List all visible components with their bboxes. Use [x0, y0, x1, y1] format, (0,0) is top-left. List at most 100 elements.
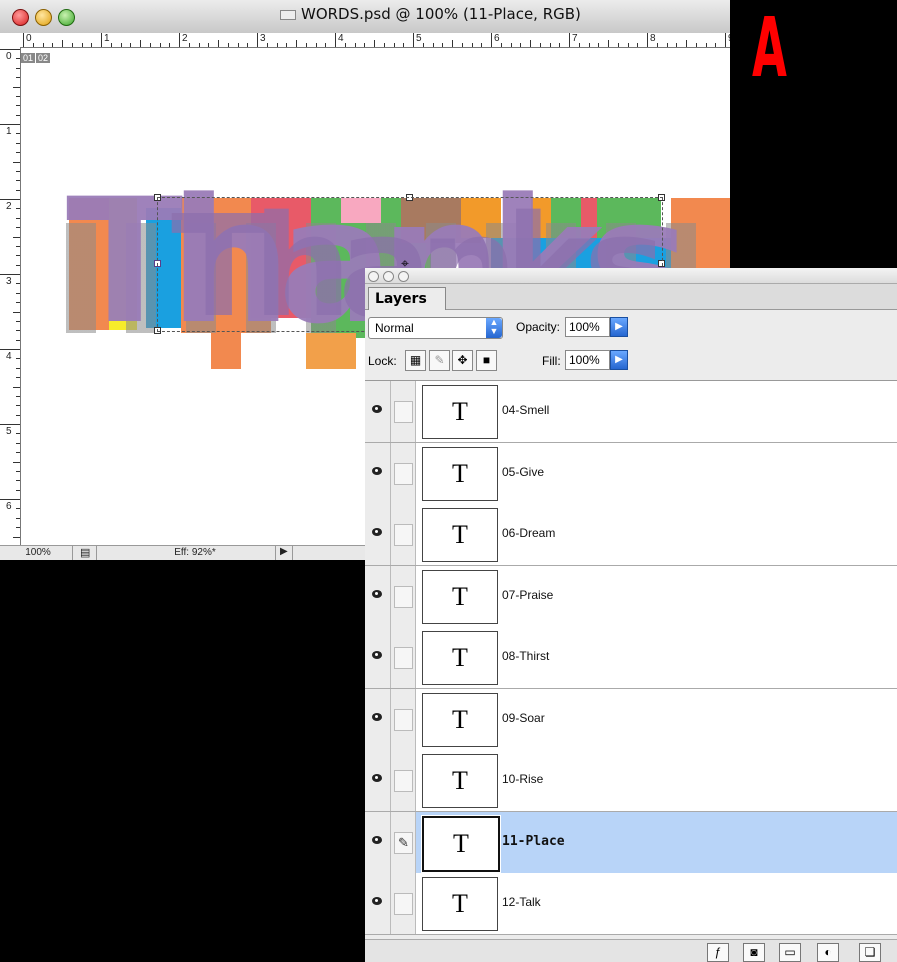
ruler-tick [101, 33, 102, 47]
panel-title-bar[interactable] [365, 268, 897, 284]
eye-icon[interactable] [369, 897, 385, 907]
add-mask-icon[interactable]: ◙ [743, 943, 765, 962]
layer-name[interactable]: 10-Rise [502, 772, 543, 786]
panel-bottom-bar: ƒ ◙ ▭ ◐ ❏ [365, 939, 897, 962]
document-info-icon[interactable]: ▤ [80, 546, 90, 559]
layer-options: Normal ▲ ▼ Opacity: 100% ▶ Lock: ▦ ✎ ✥ ■ F… [365, 310, 897, 381]
zoom-level[interactable]: 100% [8, 547, 68, 558]
link-column [391, 381, 416, 442]
ruler-tick [257, 33, 258, 47]
text-layer-thumbnail[interactable]: T [422, 754, 498, 808]
layer-row[interactable]: T 08-Thirst [365, 627, 897, 689]
minimize-button[interactable] [35, 9, 52, 26]
panel-tab-row: Layers [365, 284, 897, 310]
layer-row[interactable]: T 05-Give [365, 442, 897, 505]
text-layer-thumbnail[interactable]: T [422, 692, 498, 747]
visibility-column [365, 565, 391, 627]
close-button[interactable] [12, 9, 29, 26]
eye-icon[interactable] [369, 774, 385, 784]
lock-transparency-icon[interactable]: ▦ [405, 350, 426, 371]
eye-icon[interactable] [369, 405, 385, 415]
layer-name[interactable]: 06-Dream [502, 526, 555, 540]
fill-label: Fill: [542, 354, 561, 368]
link-column [391, 873, 416, 934]
ruler-tick [0, 499, 20, 500]
link-box[interactable] [394, 708, 413, 731]
layer-row[interactable]: T 10-Rise [365, 750, 897, 812]
layer-name[interactable]: 04-Smell [502, 403, 549, 417]
lock-image-brush-icon[interactable]: ✎ [429, 350, 450, 371]
ruler-tick [569, 33, 570, 47]
text-layer-thumbnail[interactable]: T [422, 631, 498, 685]
ruler-label: 2 [182, 33, 188, 44]
text-layer-thumbnail[interactable]: T [422, 446, 498, 501]
ruler-tick [0, 274, 20, 275]
fill-slider-button[interactable]: ▶ [610, 350, 628, 370]
ruler-label: 5 [416, 33, 422, 44]
tab-layers[interactable]: Layers [368, 287, 446, 310]
ruler-label: 1 [6, 126, 12, 137]
layer-row[interactable]: T 09-Soar [365, 688, 897, 751]
link-box[interactable] [394, 524, 413, 546]
link-box[interactable] [394, 647, 413, 669]
ruler-label: 4 [338, 33, 344, 44]
layer-row[interactable]: T 06-Dream [365, 504, 897, 566]
link-box[interactable] [394, 401, 413, 423]
layer-row[interactable]: T 04-Smell [365, 381, 897, 443]
status-menu-arrow-icon[interactable]: ▶ [280, 546, 288, 557]
layer-row[interactable]: T 12-Talk [365, 873, 897, 935]
blend-mode-select[interactable]: Normal ▲ ▼ [368, 317, 503, 339]
text-layer-thumbnail[interactable]: T [422, 508, 498, 562]
eye-icon[interactable] [369, 589, 385, 600]
ruler-label: 6 [6, 501, 12, 512]
lock-label: Lock: [368, 354, 397, 368]
opacity-slider-button[interactable]: ▶ [610, 317, 628, 337]
panel-zoom-button[interactable] [398, 271, 409, 282]
text-layer-thumbnail[interactable]: T [422, 385, 498, 439]
zoom-button[interactable] [58, 9, 75, 26]
ruler-tick [0, 424, 20, 425]
layer-name[interactable]: 12-Talk [502, 895, 541, 909]
opacity-input[interactable]: 100% [565, 317, 610, 337]
window-title: WORDS.psd @ 100% (11-Place, RGB) [280, 5, 581, 23]
layer-name[interactable]: 11-Place [502, 834, 565, 849]
link-box[interactable] [394, 462, 413, 485]
ruler-tick [647, 33, 648, 47]
layer-style-icon[interactable]: ƒ [707, 943, 729, 962]
panel-close-button[interactable] [368, 271, 379, 282]
eye-icon[interactable] [369, 835, 385, 846]
panel-minimize-button[interactable] [383, 271, 394, 282]
title-bar[interactable]: WORDS.psd @ 100% (11-Place, RGB) [0, 0, 730, 34]
lock-position-move-icon[interactable]: ✥ [452, 350, 473, 371]
lock-all-icon[interactable]: ■ [476, 350, 497, 371]
layer-name[interactable]: 05-Give [502, 465, 544, 479]
layer-name[interactable]: 07-Praise [502, 588, 553, 602]
layer-name[interactable]: 08-Thirst [502, 649, 549, 663]
eye-icon[interactable] [369, 712, 385, 723]
new-group-folder-icon[interactable]: ▭ [779, 943, 801, 962]
visibility-column [365, 381, 391, 442]
eye-icon[interactable] [369, 651, 385, 661]
link-box[interactable] [394, 770, 413, 792]
eye-icon[interactable] [369, 466, 385, 477]
layer-list[interactable]: T 04-Smell T 05-Give T 06-Dream T 07-Praise T 08-… [365, 381, 897, 939]
horizontal-ruler[interactable]: 0 1 2 3 4 5 6 7 8 9 [20, 33, 730, 48]
ruler-label: 4 [6, 351, 12, 362]
vertical-ruler[interactable]: 0 1 2 3 4 5 6 [0, 47, 21, 557]
layer-row[interactable]: T 07-Praise [365, 565, 897, 628]
text-layer-thumbnail[interactable]: T [421, 814, 501, 873]
eye-icon[interactable] [369, 528, 385, 538]
text-layer-thumbnail[interactable]: T [422, 569, 498, 624]
ruler-tick [491, 33, 492, 47]
link-box[interactable] [394, 585, 413, 608]
new-layer-icon[interactable]: ❏ [859, 943, 881, 962]
adjustment-layer-icon[interactable]: ◐ [817, 943, 839, 962]
ruler-label: 0 [6, 51, 12, 62]
layer-row[interactable]: ✎ T 11-Place [365, 811, 897, 874]
ruler-origin[interactable] [0, 33, 21, 48]
brush-icon[interactable]: ✎ [394, 831, 413, 854]
link-box[interactable] [394, 893, 413, 915]
layer-name[interactable]: 09-Soar [502, 711, 545, 725]
text-layer-thumbnail[interactable]: T [422, 877, 498, 931]
fill-input[interactable]: 100% [565, 350, 610, 370]
